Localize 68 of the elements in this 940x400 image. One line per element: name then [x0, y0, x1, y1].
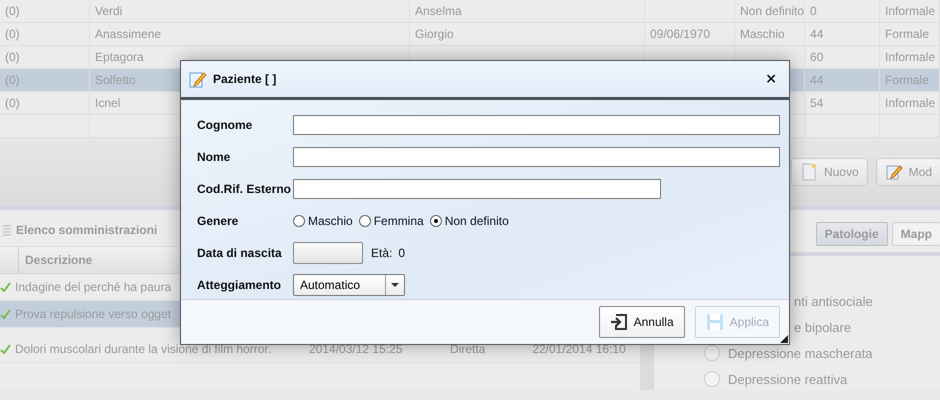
radio-option[interactable]: Maschio: [293, 214, 353, 228]
tab[interactable]: Mapp: [892, 222, 940, 246]
radio-option[interactable]: Femmina: [358, 214, 424, 228]
caret-icon: [391, 283, 399, 287]
text-field[interactable]: [293, 115, 780, 135]
table-cell: Formale: [880, 69, 940, 91]
table-cell-text: Prova repulsione verso ogget: [14, 307, 172, 321]
table-cell: (0): [0, 46, 90, 68]
tab[interactable]: Patologie: [816, 222, 888, 246]
table-cell-text: Indagine del perché ha paura: [14, 280, 172, 294]
radio-option[interactable]: Non definito: [430, 214, 509, 228]
field-label: Genere: [197, 214, 240, 228]
panel-title: Elenco somministrazioni: [16, 223, 158, 237]
option-label: nti antisociale: [794, 294, 873, 308]
date-field[interactable]: [293, 242, 363, 264]
cancel-button[interactable]: Annulla: [598, 306, 685, 338]
table-cell-text: 22/01/2014 16:10: [531, 342, 627, 356]
pencil-note-icon: [189, 70, 207, 88]
table-cell: Non definito: [735, 0, 805, 22]
field-label: Data di nascita: [197, 246, 283, 260]
table-cell: Formale: [880, 23, 940, 45]
table-cell: (0): [0, 23, 90, 45]
text-field[interactable]: [293, 147, 780, 167]
dialog-title: Paziente [ ]: [213, 72, 278, 86]
document-icon: [800, 163, 818, 181]
field-label: Atteggiamento: [197, 278, 282, 292]
option-label: Depressione mascherata: [728, 346, 873, 360]
edit-button[interactable]: Mod: [876, 158, 940, 186]
table-cell-text: Diretta: [449, 342, 486, 356]
text-field[interactable]: [293, 179, 661, 199]
table-cell: Informale: [880, 46, 940, 68]
table-cell: Maschio: [735, 23, 805, 45]
grip-icon: [2, 224, 12, 236]
resize-grip-icon: [780, 335, 788, 343]
age-label: Età:: [371, 246, 392, 260]
column-header: Descrizione: [18, 247, 92, 273]
option-label: e bipolare: [794, 320, 852, 334]
table-cell: Anassimene: [90, 23, 410, 45]
table-row[interactable]: (0) Verdi Anselma Non definito 0 Informale: [0, 0, 940, 23]
table-cell: Giorgio: [410, 23, 645, 45]
table-cell: (0): [0, 0, 90, 22]
field-label: Cognome: [197, 118, 254, 132]
table-cell: (0): [0, 92, 90, 114]
table-cell: 60: [805, 46, 880, 68]
table-cell: 54: [805, 92, 880, 114]
table-cell: Verdi: [90, 0, 410, 22]
age-value: 0: [398, 246, 406, 260]
new-button[interactable]: Nuovo: [790, 158, 868, 186]
table-cell: 44: [805, 23, 880, 45]
table-cell-text: Dolori muscolari durante la visione di film horror.: [14, 342, 272, 356]
table-cell: Anselma: [410, 0, 645, 22]
radio-button[interactable]: [704, 345, 720, 361]
table-cell-text: 2014/03/12 15:25: [308, 342, 404, 356]
table-cell: (0): [0, 69, 90, 91]
field-label: Nome: [197, 150, 232, 164]
radio-button[interactable]: [704, 371, 720, 387]
close-button[interactable]: ×: [761, 71, 781, 87]
exit-icon: [610, 313, 628, 331]
table-cell: Informale: [880, 92, 940, 114]
table-cell: 09/06/1970: [645, 23, 735, 45]
field-label: Cod.Rif. Esterno: [197, 182, 292, 196]
table-cell: 0: [805, 0, 880, 22]
option-label: Depressione reattiva: [728, 372, 848, 386]
dropdown[interactable]: Automatico: [293, 274, 405, 296]
table-row[interactable]: (0) Anassimene Giorgio 09/06/1970 Maschio 44 Formale: [0, 23, 940, 46]
table-cell: 44: [805, 69, 880, 91]
table-cell: Informale: [880, 0, 940, 22]
pencil-note-icon: [884, 163, 903, 181]
